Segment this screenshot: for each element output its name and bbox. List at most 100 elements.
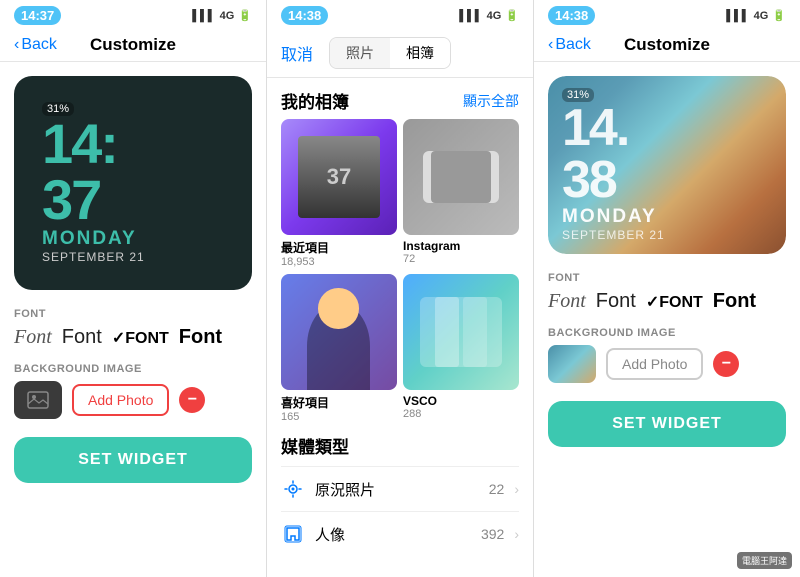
albums-header: 我的相簿 顯示全部 [267,78,533,119]
status-bar-right: 14:38 ▌▌▌ 4G 🔋 [534,0,800,29]
media-type-portrait-count: 392 [481,526,504,542]
album-name-favorites: 喜好項目 [281,394,397,411]
network-type: 4G [220,10,235,22]
middle-phone: 14:38 ▌▌▌ 4G 🔋 取消 照片 相簿 我的相簿 顯示全部 37 最近項… [267,0,534,577]
live-photo-icon [281,477,305,501]
album-count-favorites: 165 [281,411,397,423]
album-count-recent: 18,953 [281,256,397,268]
network-type-r: 4G [754,10,769,22]
bg-row-left: Add Photo − [0,381,266,419]
back-button-left[interactable]: ‹ Back [14,36,57,54]
remove-button-right[interactable]: − [713,351,739,377]
album-thumb-favorites [281,274,397,390]
album-thumb-recent: 37 [281,119,397,235]
media-type-livephoto[interactable]: 原況照片 22 › [281,466,519,511]
widget-preview-left: 31% 14:37 MONDAY SEPTEMBER 21 [14,76,252,290]
nav-bar-right: ‹ Back Customize [534,29,800,62]
album-count-instagram: 72 [403,253,519,265]
page-title-right: Customize [624,35,710,55]
widget-time-right: 14.38 [562,102,628,206]
widget-date-left: SEPTEMBER 21 [42,250,145,264]
nav-bar-left: ‹ Back Customize [0,29,266,62]
chevron-right-icon-portrait: › [514,526,519,542]
status-bar-left: 14:37 ▌▌▌ 4G 🔋 [0,0,266,29]
album-item-recent[interactable]: 37 最近項目 18,953 [281,119,397,268]
bg-thumb-right [548,345,596,383]
media-types-title: 媒體類型 [281,433,519,458]
back-button-right[interactable]: ‹ Back [548,36,591,54]
middle-nav: 取消 照片 相簿 [267,29,533,78]
cancel-button[interactable]: 取消 [281,41,313,65]
widget-day-left: MONDAY [42,228,137,250]
signal-icon: ▌▌▌ [192,10,215,22]
font-item-normal-right[interactable]: Font [596,290,636,313]
font-item-cursive-right[interactable]: Font [548,290,586,313]
status-time-middle: 14:38 [281,6,328,25]
bg-row-right: Add Photo − [534,345,800,383]
status-icons-right: ▌▌▌ 4G 🔋 [726,9,786,22]
album-thumb-vsco [403,274,519,390]
media-types-section: 媒體類型 原況照片 22 › [267,423,533,560]
set-widget-button-left[interactable]: SET WIDGET [14,437,252,483]
font-item-cursive-left[interactable]: Font [14,326,52,349]
network-type-m: 4G [487,10,502,22]
back-chevron-icon-r: ‹ [548,36,553,54]
media-type-portrait[interactable]: 人像 392 › [281,511,519,556]
albums-title: 我的相簿 [281,88,349,113]
widget-time-left: 14:37 [42,116,117,228]
tab-photos[interactable]: 照片 [330,38,390,68]
font-item-boldcaps-right[interactable]: ✓FONT [646,292,703,312]
album-grid: 37 最近項目 18,953 Instagram 72 [267,119,533,423]
back-chevron-icon: ‹ [14,36,19,54]
album-name-recent: 最近項目 [281,239,397,256]
album-name-instagram: Instagram [403,239,519,253]
album-count-vsco: 288 [403,408,519,420]
font-item-bold-left[interactable]: Font [179,326,222,349]
font-row-right: Font Font ✓FONT Font [534,290,800,313]
remove-button-left[interactable]: − [179,387,205,413]
album-item-instagram[interactable]: Instagram 72 [403,119,519,268]
album-thumb-instagram [403,119,519,235]
set-widget-button-right[interactable]: SET WIDGET [548,401,786,447]
status-time-right: 14:38 [548,6,595,25]
battery-icon-m: 🔋 [505,9,519,22]
font-item-bold-right[interactable]: Font [713,290,756,313]
album-item-favorites[interactable]: 喜好項目 165 [281,274,397,423]
media-type-livephoto-name: 原況照片 [315,479,479,500]
bg-thumb-left [14,381,62,419]
back-label-left: Back [21,36,57,54]
status-bar-middle: 14:38 ▌▌▌ 4G 🔋 [267,0,533,29]
bg-section-label-left: BACKGROUND IMAGE [14,363,252,375]
font-item-boldcaps-left[interactable]: ✓FONT [112,328,169,348]
font-row-left: Font Font ✓FONT Font [0,326,266,349]
add-photo-button-right[interactable]: Add Photo [606,348,703,380]
watermark: 電腦王阿達 [737,552,792,569]
signal-icon-r: ▌▌▌ [726,10,749,22]
right-phone: 14:38 ▌▌▌ 4G 🔋 ‹ Back Customize 31% 14.3… [534,0,800,577]
page-title-left: Customize [90,35,176,55]
album-name-vsco: VSCO [403,394,519,408]
widget-day-right: MONDAY [562,206,657,228]
album-item-vsco[interactable]: VSCO 288 [403,274,519,423]
widget-date-right: SEPTEMBER 21 [562,228,665,242]
widget-preview-right: 31% 14.38 MONDAY SEPTEMBER 21 [548,76,786,254]
chevron-right-icon-livephoto: › [514,481,519,497]
show-all-button[interactable]: 顯示全部 [463,91,519,111]
portrait-icon [281,522,305,546]
font-section-label-left: FONT [14,308,252,320]
bg-section-label-right: BACKGROUND IMAGE [548,327,786,339]
battery-icon: 🔋 [238,9,252,22]
battery-icon-r: 🔋 [772,9,786,22]
add-photo-button-left[interactable]: Add Photo [72,384,169,416]
media-type-portrait-name: 人像 [315,524,471,545]
font-section-label-right: FONT [548,272,786,284]
status-icons-left: ▌▌▌ 4G 🔋 [192,9,252,22]
tab-albums[interactable]: 相簿 [390,38,450,68]
tab-group: 照片 相簿 [329,37,451,69]
status-time-left: 14:37 [14,6,61,25]
media-type-livephoto-count: 22 [489,481,505,497]
font-item-normal-left[interactable]: Font [62,326,102,349]
signal-icon-m: ▌▌▌ [459,10,482,22]
back-label-right: Back [555,36,591,54]
left-phone: 14:37 ▌▌▌ 4G 🔋 ‹ Back Customize 31% 14:3… [0,0,267,577]
